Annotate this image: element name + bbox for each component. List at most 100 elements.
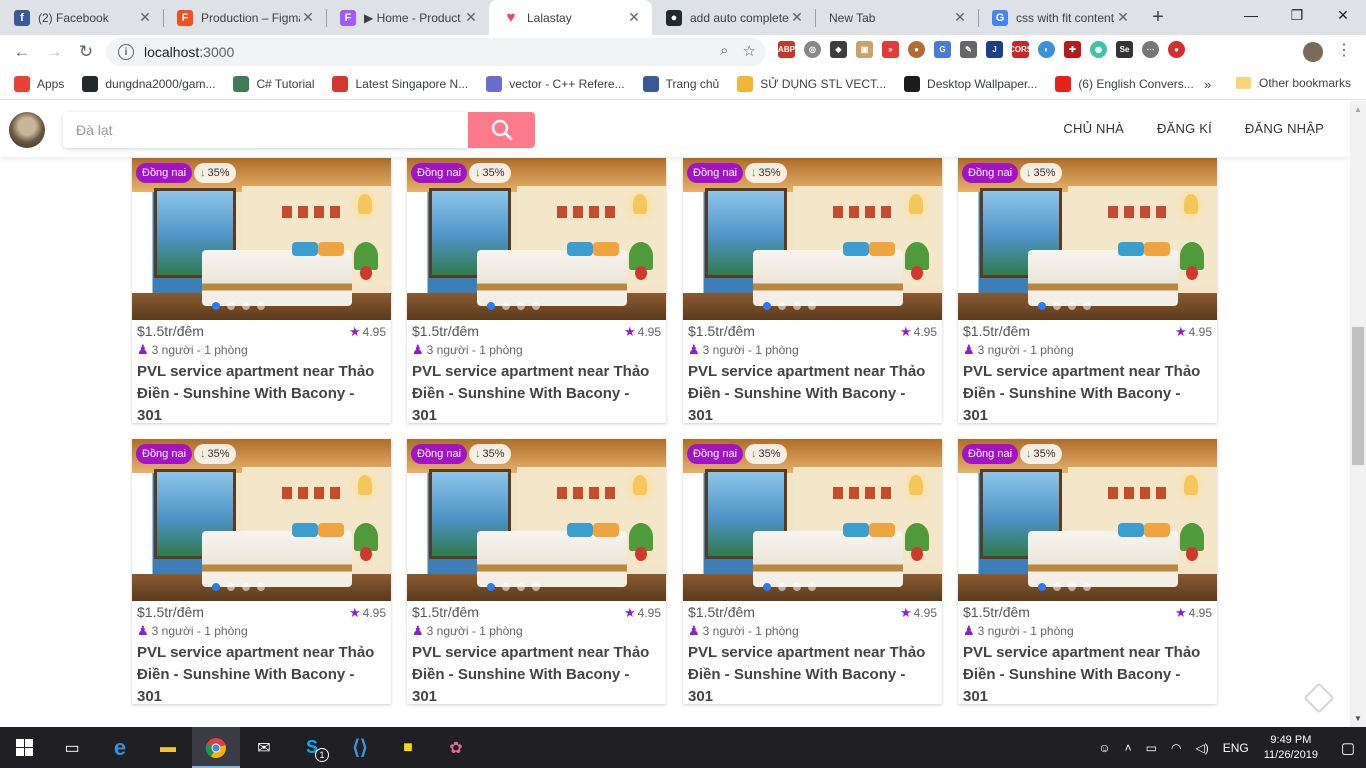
carousel-dot[interactable] [487, 583, 495, 591]
carousel-dot[interactable] [1038, 583, 1046, 591]
carousel-dot[interactable] [257, 583, 265, 591]
browser-tab[interactable]: f (2) Facebook ✕ [0, 0, 163, 35]
translate-extension-icon[interactable]: G [934, 41, 951, 58]
listing-photo[interactable]: Đồng nai ↓ 35% [407, 439, 666, 601]
back-button[interactable]: ← [6, 36, 38, 68]
search-button[interactable] [468, 112, 535, 148]
edge-browser-icon[interactable]: e [96, 727, 144, 768]
listing-card[interactable]: Đồng nai ↓ 35% $1.5tr/đêm ★ 4.95 ♟ 3 người - 1 … [132, 439, 391, 705]
other-bookmarks-folder[interactable]: Other bookmarks [1236, 76, 1351, 90]
browser-tab[interactable]: New Tab ✕ [815, 0, 978, 35]
site-info-icon[interactable]: i [118, 44, 134, 60]
listing-card[interactable]: Đồng nai ↓ 35% $1.5tr/đêm ★ 4.95 ♟ 3 người - 1 … [683, 158, 942, 424]
carousel-dot[interactable] [227, 302, 235, 310]
close-tab-icon[interactable]: ✕ [463, 9, 479, 26]
close-window-button[interactable]: ✕ [1320, 0, 1366, 30]
close-tab-icon[interactable]: ✕ [300, 9, 316, 26]
browser-menu-icon[interactable]: ⋮ [1336, 40, 1352, 60]
carousel-dot[interactable] [763, 302, 771, 310]
carousel-dot[interactable] [1068, 302, 1076, 310]
bookmark-item[interactable]: Trang chủ [642, 76, 719, 92]
carousel-dot[interactable] [242, 583, 250, 591]
zoom-icon[interactable]: ⌕ [720, 42, 728, 60]
carousel-dot[interactable] [1038, 302, 1046, 310]
carousel-dot[interactable] [778, 302, 786, 310]
listing-photo[interactable]: Đồng nai ↓ 35% [132, 158, 391, 320]
listing-title[interactable]: PVL service apartment near Thảo Điền - S… [412, 361, 657, 427]
volume-icon[interactable]: ◁) [1196, 741, 1209, 755]
carousel-dot[interactable] [808, 583, 816, 591]
bookmark-item[interactable]: SỬ DỤNG STL VECT... [737, 76, 886, 92]
bookmark-star-icon[interactable]: ☆ [743, 42, 756, 60]
forward-button[interactable]: → [38, 36, 70, 68]
bookmark-item[interactable]: vector - C++ Refere... [486, 76, 625, 92]
carousel-dot[interactable] [257, 302, 265, 310]
file-explorer-icon[interactable]: ▬ [144, 727, 192, 768]
bookmark-item[interactable]: Latest Singapore N... [332, 76, 468, 92]
listing-card[interactable]: Đồng nai ↓ 35% $1.5tr/đêm ★ 4.95 ♟ 3 người - 1 … [683, 439, 942, 705]
listing-card[interactable]: Đồng nai ↓ 35% $1.5tr/đêm ★ 4.95 ♟ 3 người - 1 … [958, 158, 1217, 424]
carousel-dot[interactable] [793, 583, 801, 591]
carousel-dot[interactable] [242, 302, 250, 310]
carousel-dot[interactable] [1083, 583, 1091, 591]
carousel-dot[interactable] [1053, 302, 1061, 310]
carousel-dot[interactable] [778, 583, 786, 591]
browser-tab[interactable]: ● add auto complete ✕ [652, 0, 815, 35]
carousel-dot[interactable] [763, 583, 771, 591]
battery-icon[interactable]: ▭ [1146, 741, 1157, 755]
extension-icon[interactable]: ⋯ [1142, 41, 1159, 58]
listing-card[interactable]: Đồng nai ↓ 35% $1.5tr/đêm ★ 4.95 ♟ 3 người - 1 … [958, 439, 1217, 705]
listing-photo[interactable]: Đồng nai ↓ 35% [958, 439, 1217, 601]
cors-extension-icon[interactable]: CORS [1009, 41, 1032, 58]
carousel-dot[interactable] [517, 302, 525, 310]
more-bookmarks-button[interactable]: » [1204, 77, 1211, 92]
people-icon[interactable]: ☺ [1098, 741, 1110, 755]
carousel-dot[interactable] [532, 583, 540, 591]
listing-title[interactable]: PVL service apartment near Thảo Điền - S… [963, 642, 1208, 708]
language-indicator[interactable]: ENG [1223, 741, 1249, 755]
carousel-dot[interactable] [227, 583, 235, 591]
notification-icon[interactable]: ▢ [1330, 739, 1366, 757]
carousel-dot[interactable] [1083, 302, 1091, 310]
tray-overflow-icon[interactable]: ˄ [1125, 741, 1132, 755]
scroll-thumb[interactable] [1352, 327, 1364, 465]
listing-photo[interactable]: Đồng nai ↓ 35% [132, 439, 391, 601]
extension-icon[interactable]: ▣ [856, 41, 873, 58]
carousel-dot[interactable] [487, 302, 495, 310]
scroll-down-arrow[interactable]: ▼ [1354, 714, 1362, 723]
nav-register-link[interactable]: ĐĂNG KÍ [1157, 121, 1212, 136]
maximize-button[interactable]: ❐ [1274, 0, 1320, 30]
extension-icon[interactable]: ● [1168, 41, 1185, 58]
vscode-icon[interactable]: ⟨⟩ [336, 727, 384, 768]
windows-start-icon[interactable] [0, 727, 48, 768]
carousel-dot[interactable] [517, 583, 525, 591]
carousel-dot[interactable] [502, 302, 510, 310]
scroll-up-arrow[interactable]: ▲ [1354, 105, 1362, 114]
extension-icon[interactable]: ◐ [1038, 41, 1055, 58]
listing-card[interactable]: Đồng nai ↓ 35% $1.5tr/đêm ★ 4.95 ♟ 3 người - 1 … [407, 158, 666, 424]
listing-photo[interactable]: Đồng nai ↓ 35% [958, 158, 1217, 320]
bookmark-item[interactable]: (6) English Convers... [1055, 76, 1194, 92]
reload-button[interactable]: ↻ [70, 36, 102, 68]
listing-title[interactable]: PVL service apartment near Thảo Điền - S… [137, 361, 382, 427]
floating-action-icon[interactable] [1303, 682, 1335, 714]
carousel-dot[interactable] [532, 302, 540, 310]
extension-icon[interactable]: » [882, 41, 899, 58]
clock[interactable]: 9:49 PM 11/26/2019 [1264, 733, 1318, 763]
task-view-icon[interactable]: ▭ [48, 727, 96, 768]
browser-tab[interactable]: Gcss with fit content ✕ [978, 0, 1141, 35]
page-scrollbar[interactable]: ▲ ▼ [1350, 101, 1366, 727]
eyedropper-extension-icon[interactable]: ✎ [960, 41, 977, 58]
extension-icon[interactable]: ◎ [804, 41, 821, 58]
close-tab-icon[interactable]: ✕ [137, 9, 153, 26]
listing-photo[interactable]: Đồng nai ↓ 35% [683, 439, 942, 601]
carousel-dot[interactable] [212, 302, 220, 310]
bookmark-item[interactable]: C# Tutorial [233, 76, 314, 92]
wifi-icon[interactable]: ◠ [1171, 741, 1181, 755]
nav-host-link[interactable]: CHỦ NHÀ [1063, 121, 1124, 136]
carousel-dot[interactable] [212, 583, 220, 591]
carousel-dot[interactable] [1053, 583, 1061, 591]
carousel-dot[interactable] [793, 302, 801, 310]
mail-icon[interactable]: ✉ [240, 727, 288, 768]
close-tab-icon[interactable]: ✕ [626, 9, 642, 26]
